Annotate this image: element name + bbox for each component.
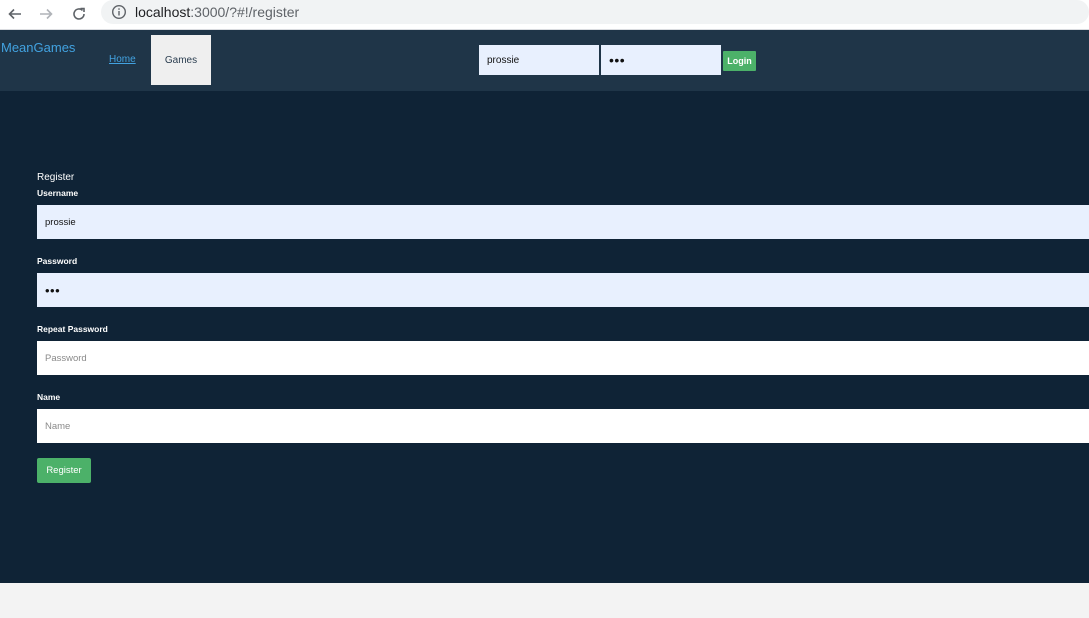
brand-link[interactable]: MeanGames (1, 40, 75, 55)
url-path: :3000/?#!/register (190, 4, 300, 20)
address-bar[interactable]: localhost:3000/?#!/register (101, 0, 1089, 24)
name-label: Name (37, 392, 61, 402)
register-button[interactable]: Register (37, 458, 91, 483)
nav-games-tab[interactable]: Games (151, 35, 211, 85)
url-host: localhost (135, 4, 191, 20)
name-field[interactable]: Name (37, 409, 1089, 443)
login-username-input[interactable]: prossie (479, 45, 599, 75)
page-footer-area (0, 583, 1089, 618)
back-button[interactable] (4, 3, 26, 25)
username-label: Username (37, 188, 79, 198)
navbar: MeanGames Home Games prossie ••• Login (0, 30, 1089, 91)
repeat-password-label: Repeat Password (37, 324, 108, 334)
password-field[interactable]: ••• (37, 273, 1089, 307)
register-form-title: Register (37, 172, 75, 183)
reload-icon (73, 7, 85, 20)
info-icon[interactable] (111, 4, 127, 20)
forward-arrow-icon (40, 8, 53, 20)
reload-button[interactable] (68, 3, 90, 25)
username-field[interactable]: prossie (37, 205, 1089, 239)
login-button[interactable]: Login (723, 51, 756, 71)
url-text[interactable]: localhost:3000/?#!/register (135, 4, 299, 20)
repeat-password-field[interactable]: Password (37, 341, 1089, 375)
back-arrow-icon (8, 8, 21, 20)
browser-toolbar: localhost:3000/?#!/register (0, 0, 1089, 30)
main-content: Register Username prossie Password ••• R… (0, 91, 1089, 583)
password-label: Password (37, 256, 78, 266)
login-password-input[interactable]: ••• (601, 45, 721, 75)
nav-home-link[interactable]: Home (109, 54, 136, 65)
forward-button[interactable] (35, 3, 57, 25)
